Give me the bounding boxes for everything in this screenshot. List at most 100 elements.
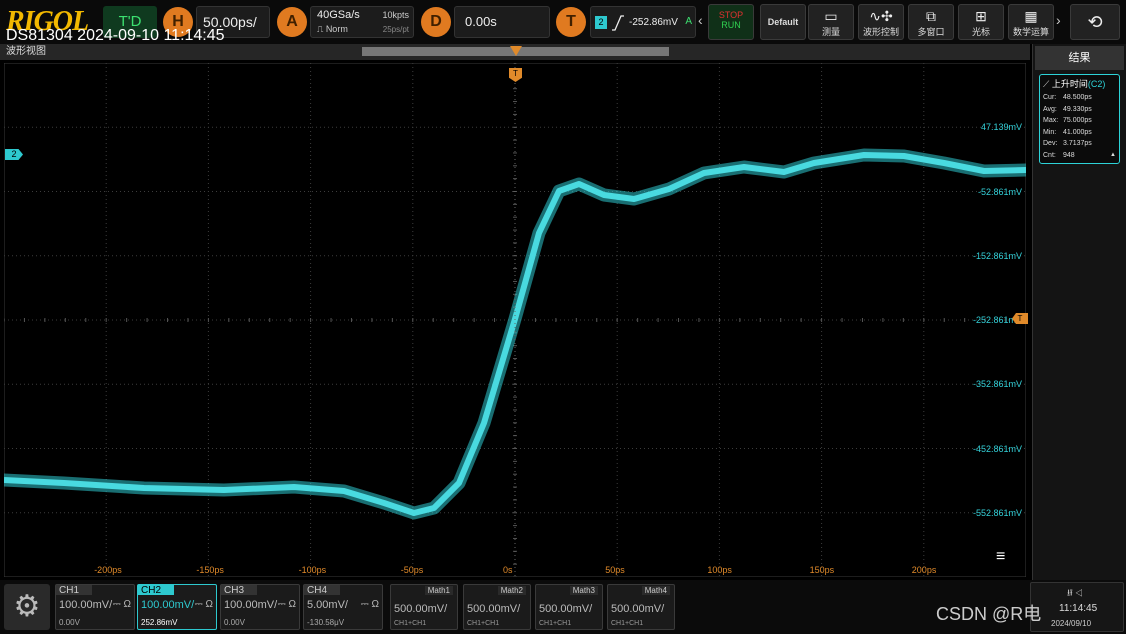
channel-scale: 100.00mV/ bbox=[141, 599, 195, 611]
math-source: CH1+CH1 bbox=[394, 620, 427, 627]
math-name: Math4 bbox=[641, 586, 670, 595]
coupling-icon: ⎓ Ω bbox=[194, 599, 213, 610]
status-panel: ⭿ ◁ 11:14:45 2024/09/10 bbox=[1030, 582, 1124, 632]
clock-date: 2024/09/10 bbox=[1051, 619, 1092, 628]
x-axis-label: 200ps bbox=[911, 565, 937, 575]
stat-key: Min: bbox=[1043, 128, 1057, 136]
results-panel: 结果 ⟋ 上升时间(C2) Cur: 48.500ps Avg: 49.330ps Ma… bbox=[1032, 44, 1126, 580]
channel-1-box[interactable]: CH1 100.00mV/⎓ Ω 0.00V bbox=[55, 584, 135, 630]
measurement-row: Min: 41.000ps bbox=[1043, 127, 1116, 139]
timestamp-banner: DS81304 2024-09-10 11:14:45 bbox=[6, 27, 225, 44]
y-axis-label: -452.861mV bbox=[972, 443, 1022, 454]
acquire-mode: ⎍ Norm bbox=[317, 24, 348, 34]
math-1-box[interactable]: Math1 500.00mV/CH1+CH1 bbox=[390, 584, 458, 630]
channel-name: CH2 bbox=[141, 585, 162, 596]
clock-time: 11:14:45 bbox=[1059, 603, 1098, 614]
default-button[interactable]: Default bbox=[760, 4, 806, 40]
channel-3-box[interactable]: CH3 100.00mV/⎓ Ω 0.00V bbox=[220, 584, 300, 630]
rotate-button[interactable]: ⟲ bbox=[1070, 4, 1120, 40]
menu-icon[interactable]: ≡ bbox=[996, 548, 1005, 566]
trigger-level: -252.86mV bbox=[629, 17, 678, 28]
math-icon: ▦ bbox=[1024, 8, 1038, 24]
y-axis-label: 47.139mV bbox=[980, 122, 1022, 133]
waveform-grid bbox=[4, 63, 1026, 577]
cursor-button[interactable]: ⊞ 光标 bbox=[958, 4, 1004, 40]
channel-offset: 0.00V bbox=[224, 618, 245, 627]
channel-2-box[interactable]: CH2 100.00mV/⎓ Ω 252.86mV bbox=[137, 584, 217, 630]
rise-time-measurement[interactable]: ⟋ 上升时间(C2) Cur: 48.500ps Avg: 49.330ps Max: 7… bbox=[1039, 74, 1120, 164]
math-scale: 500.00mV/ bbox=[539, 603, 593, 615]
stat-key: Cur: bbox=[1043, 94, 1057, 101]
math-source: CH1+CH1 bbox=[467, 620, 500, 627]
stat-value: 3.7137ps bbox=[1063, 140, 1092, 147]
measure-button[interactable]: ▭ 测量 bbox=[808, 4, 854, 40]
chevron-left-icon[interactable]: ‹ bbox=[698, 12, 703, 28]
watermark: CSDN @R电 bbox=[936, 604, 1042, 624]
channel-offset: -130.58μV bbox=[307, 618, 345, 627]
math-4-box[interactable]: Math4 500.00mV/CH1+CH1 bbox=[607, 584, 675, 630]
delay-badge[interactable]: D bbox=[421, 7, 451, 37]
stat-value: 948 bbox=[1063, 151, 1075, 159]
math-scale: 500.00mV/ bbox=[611, 603, 665, 615]
x-axis-label: 100ps bbox=[707, 565, 732, 575]
measurement-row: Dev: 3.7137ps bbox=[1043, 138, 1116, 150]
x-axis-label: -150ps bbox=[196, 565, 224, 575]
channel-4-box[interactable]: CH4 5.00mV/ ⎓ Ω -130.58μV bbox=[303, 584, 383, 630]
x-axis-label: -100ps bbox=[298, 565, 327, 575]
stat-value: 75.000ps bbox=[1063, 117, 1092, 124]
channel-scale: 100.00mV/ bbox=[224, 599, 278, 611]
math-source: CH1+CH1 bbox=[611, 620, 644, 627]
top-bar: RIGOL T'D H 50.00ps/ A 40GSa/s ⎍ Norm 10… bbox=[0, 0, 1126, 44]
math-button[interactable]: ▦ 数学运算 bbox=[1008, 4, 1054, 40]
x-axis-label: -50ps bbox=[400, 565, 424, 575]
channel-name: CH3 bbox=[224, 585, 245, 596]
measurement-row: Avg: 49.330ps bbox=[1043, 104, 1116, 116]
acquire-panel[interactable]: 40GSa/s ⎍ Norm 10kpts 25ps/pt bbox=[310, 6, 414, 38]
math-scale: 500.00mV/ bbox=[467, 603, 521, 615]
stat-value: 41.000ps bbox=[1063, 128, 1092, 136]
y-axis-label: -352.861mV bbox=[972, 379, 1022, 390]
trigger-channel: 2 bbox=[595, 16, 607, 29]
cursor-icon: ⊞ bbox=[975, 8, 987, 24]
math-name: Math3 bbox=[569, 586, 598, 595]
sample-rate: 40GSa/s bbox=[317, 9, 360, 21]
wave-icon: ∿✣ bbox=[869, 8, 893, 24]
wave-control-button[interactable]: ∿✣ 波形控制 bbox=[858, 4, 904, 40]
memory-depth: 10kpts bbox=[382, 10, 409, 20]
measurement-row: Max: 75.000ps bbox=[1043, 115, 1116, 127]
waveform-view[interactable]: 47.139mV -52.861mV -152.861mV -252.861mV -35… bbox=[0, 46, 1030, 578]
coupling-icon: ⎓ Ω bbox=[112, 599, 131, 610]
delay-value[interactable]: 0.00s bbox=[454, 6, 550, 38]
y-axis-label: -52.861mV bbox=[977, 186, 1022, 197]
x-axis-label: 0s bbox=[503, 565, 513, 575]
stat-value: 49.330ps bbox=[1063, 105, 1092, 113]
stat-key: Dev: bbox=[1043, 140, 1058, 147]
measurement-row: Cnt: 948 ▲ bbox=[1043, 150, 1116, 162]
channel-offset: 0.00V bbox=[59, 618, 80, 627]
stat-key: Avg: bbox=[1043, 105, 1057, 113]
gear-icon[interactable]: ⚙ bbox=[4, 584, 50, 630]
stat-value: 48.500ps bbox=[1063, 94, 1092, 101]
usb-icon: ⭿ ◁ bbox=[1067, 588, 1083, 598]
acquire-badge[interactable]: A bbox=[277, 7, 307, 37]
math-2-box[interactable]: Math2 500.00mV/CH1+CH1 bbox=[463, 584, 531, 630]
measurement-row: Cur: 48.500ps bbox=[1043, 92, 1116, 104]
ruler-icon: ▭ bbox=[824, 8, 838, 24]
math-source: CH1+CH1 bbox=[539, 620, 572, 627]
trigger-panel[interactable]: 2 -252.86mV A bbox=[590, 6, 696, 38]
y-axis-label: -152.861mV bbox=[972, 250, 1022, 261]
chevron-right-icon[interactable]: › bbox=[1056, 12, 1061, 28]
channel-scale: 5.00mV/ bbox=[307, 599, 348, 611]
math-name: Math2 bbox=[497, 586, 526, 595]
channel-offset: 252.86mV bbox=[141, 618, 178, 627]
pulse-icon: ⎍ bbox=[317, 24, 326, 34]
math-3-box[interactable]: Math3 500.00mV/CH1+CH1 bbox=[535, 584, 603, 630]
trigger-badge[interactable]: T bbox=[556, 7, 586, 37]
measurement-title: ⟋ 上升时间(C2) bbox=[1043, 79, 1106, 89]
stop-run-button[interactable]: STOP RUN bbox=[708, 4, 754, 40]
x-axis-label: 150ps bbox=[809, 565, 835, 575]
collapse-icon[interactable]: ▲ bbox=[1110, 150, 1116, 162]
math-scale: 500.00mV/ bbox=[394, 603, 448, 615]
multi-window-button[interactable]: ⧉ 多窗口 bbox=[908, 4, 954, 40]
bottom-bar: ⚙ CH1 100.00mV/⎓ Ω 0.00V CH2 100.00mV/⎓ Ω 252… bbox=[0, 580, 1126, 634]
